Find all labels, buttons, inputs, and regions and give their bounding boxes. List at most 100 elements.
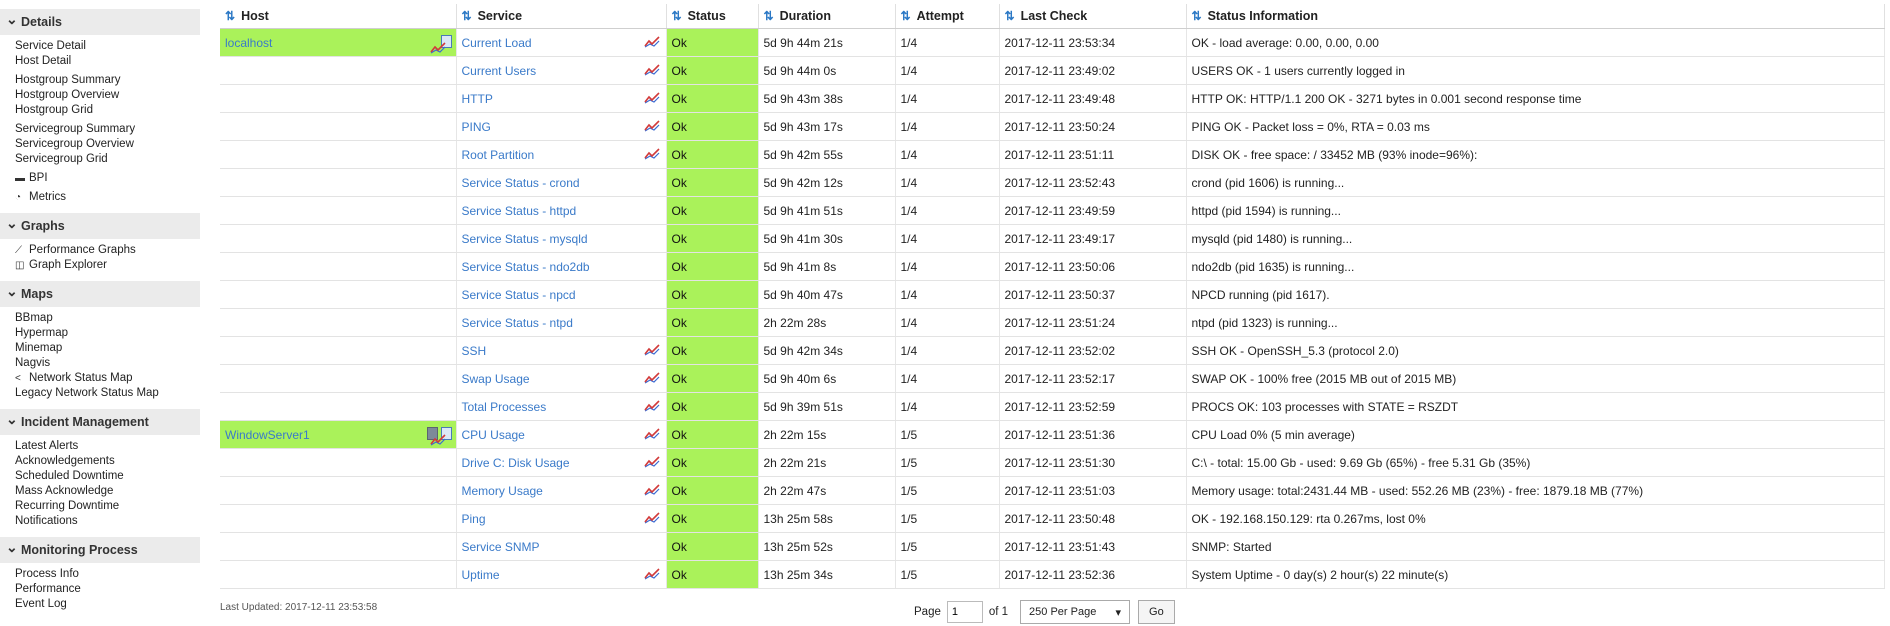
column-header-duration[interactable]: ⇅ Duration <box>758 4 896 29</box>
service-link[interactable]: Service Status - crond <box>462 176 580 190</box>
sidebar-item-scheduled-downtime[interactable]: Scheduled Downtime <box>0 469 200 484</box>
performance-graph-icon[interactable] <box>643 568 660 580</box>
service-cell[interactable]: Service Status - npcd <box>456 280 667 309</box>
service-cell[interactable]: Current Load <box>456 28 667 57</box>
sidebar-item-event-log[interactable]: Event Log <box>0 597 200 612</box>
service-link[interactable]: HTTP <box>462 92 493 106</box>
performance-graph-icon[interactable] <box>643 92 660 104</box>
service-cell[interactable]: Drive C: Disk Usage <box>456 448 667 477</box>
service-cell[interactable]: Root Partition <box>456 140 667 169</box>
sort-arrows-icon[interactable]: ⇅ <box>764 9 774 23</box>
sidebar-item-servicegroup-summary[interactable]: Servicegroup Summary <box>0 122 200 137</box>
sort-arrows-icon[interactable]: ⇅ <box>225 9 235 23</box>
service-link[interactable]: Current Load <box>462 36 532 50</box>
sidebar-section-monitoring-process[interactable]: ⌄ Monitoring Process <box>0 537 200 563</box>
service-cell[interactable]: Service SNMP <box>456 532 667 561</box>
service-link[interactable]: Swap Usage <box>462 372 530 386</box>
service-link[interactable]: Uptime <box>462 568 500 582</box>
performance-graph-icon[interactable] <box>643 344 660 356</box>
performance-graph-icon[interactable] <box>643 372 660 384</box>
host-link[interactable]: localhost <box>225 36 272 50</box>
sidebar-item-recurring-downtime[interactable]: Recurring Downtime <box>0 499 200 514</box>
column-header-last-check[interactable]: ⇅ Last Check <box>999 4 1187 29</box>
service-cell[interactable]: CPU Usage <box>456 420 667 449</box>
service-link[interactable]: PING <box>462 120 491 134</box>
sidebar-item-network-status-map[interactable]: < Network Status Map <box>0 371 200 386</box>
sidebar-item-host-detail[interactable]: Host Detail <box>0 54 200 69</box>
sidebar-item-process-info[interactable]: Process Info <box>0 567 200 582</box>
service-cell[interactable]: Service Status - httpd <box>456 196 667 225</box>
sidebar-item-bpi[interactable]: ▬ BPI <box>0 171 200 186</box>
performance-graph-icon[interactable] <box>429 434 446 446</box>
sidebar-item-hypermap[interactable]: Hypermap <box>0 326 200 341</box>
service-cell[interactable]: Memory Usage <box>456 476 667 505</box>
service-cell[interactable]: SSH <box>456 336 667 365</box>
sidebar-item-service-detail[interactable]: Service Detail <box>0 39 200 54</box>
service-cell[interactable]: Current Users <box>456 56 667 85</box>
sidebar-section-details[interactable]: ⌄ Details <box>0 9 200 35</box>
sort-arrows-icon[interactable]: ⇅ <box>462 9 472 23</box>
service-link[interactable]: SSH <box>462 344 487 358</box>
service-cell[interactable]: Swap Usage <box>456 364 667 393</box>
performance-graph-icon[interactable] <box>643 36 660 48</box>
service-link[interactable]: Ping <box>462 512 486 526</box>
host-cell[interactable]: WindowServer1 <box>220 420 457 449</box>
performance-graph-icon[interactable] <box>643 512 660 524</box>
sidebar-item-metrics[interactable]: ◔ Metrics <box>0 190 200 205</box>
service-link[interactable]: Service Status - ndo2db <box>462 260 590 274</box>
sidebar-item-hostgroup-grid[interactable]: Hostgroup Grid <box>0 103 200 118</box>
service-link[interactable]: Root Partition <box>462 148 535 162</box>
performance-graph-icon[interactable] <box>643 120 660 132</box>
sidebar-item-hostgroup-overview[interactable]: Hostgroup Overview <box>0 88 200 103</box>
service-link[interactable]: Memory Usage <box>462 484 543 498</box>
sidebar-item-legacy-network-status-map[interactable]: Legacy Network Status Map <box>0 386 200 401</box>
performance-graph-icon[interactable] <box>643 148 660 160</box>
sidebar-item-performance-graphs[interactable]: ⟋ Performance Graphs <box>0 243 200 258</box>
sidebar-item-acknowledgements[interactable]: Acknowledgements <box>0 454 200 469</box>
performance-graph-icon[interactable] <box>643 428 660 440</box>
service-link[interactable]: Service Status - npcd <box>462 288 576 302</box>
service-link[interactable]: Total Processes <box>462 400 547 414</box>
service-link[interactable]: Service Status - mysqld <box>462 232 588 246</box>
sort-arrows-icon[interactable]: ⇅ <box>901 9 911 23</box>
go-button[interactable]: Go <box>1138 600 1175 624</box>
column-header-status-information[interactable]: ⇅ Status Information <box>1186 4 1885 29</box>
service-link[interactable]: Drive C: Disk Usage <box>462 456 570 470</box>
column-header-host[interactable]: ⇅ Host <box>220 4 457 29</box>
service-cell[interactable]: Total Processes <box>456 392 667 421</box>
service-cell[interactable]: PING <box>456 112 667 141</box>
performance-graph-icon[interactable] <box>643 400 660 412</box>
sidebar-section-incident-management[interactable]: ⌄ Incident Management <box>0 409 200 435</box>
sidebar-item-mass-acknowledge[interactable]: Mass Acknowledge <box>0 484 200 499</box>
service-link[interactable]: Service SNMP <box>462 540 540 554</box>
service-cell[interactable]: Service Status - crond <box>456 168 667 197</box>
page-number-input[interactable] <box>946 601 983 623</box>
service-link[interactable]: Service Status - ntpd <box>462 316 573 330</box>
service-link[interactable]: CPU Usage <box>462 428 525 442</box>
service-cell[interactable]: Service Status - ntpd <box>456 308 667 337</box>
sidebar-item-latest-alerts[interactable]: Latest Alerts <box>0 439 200 454</box>
column-header-attempt[interactable]: ⇅ Attempt <box>895 4 1000 29</box>
service-cell[interactable]: Service Status - mysqld <box>456 224 667 253</box>
per-page-select[interactable]: 250 Per Page ▾ <box>1020 600 1131 624</box>
performance-graph-icon[interactable] <box>643 456 660 468</box>
sidebar-item-servicegroup-grid[interactable]: Servicegroup Grid <box>0 152 200 167</box>
host-cell[interactable]: localhost <box>220 28 457 57</box>
host-link[interactable]: WindowServer1 <box>225 428 310 442</box>
sidebar-item-hostgroup-summary[interactable]: Hostgroup Summary <box>0 73 200 88</box>
service-link[interactable]: Service Status - httpd <box>462 204 577 218</box>
sidebar-item-graph-explorer[interactable]: ◫ Graph Explorer <box>0 258 200 273</box>
sidebar-item-minemap[interactable]: Minemap <box>0 341 200 356</box>
sidebar-item-performance[interactable]: Performance <box>0 582 200 597</box>
column-header-status[interactable]: ⇅ Status <box>666 4 759 29</box>
sidebar-item-notifications[interactable]: Notifications <box>0 514 200 529</box>
service-cell[interactable]: HTTP <box>456 84 667 113</box>
service-cell[interactable]: Uptime <box>456 560 667 589</box>
sidebar-item-nagvis[interactable]: Nagvis <box>0 356 200 371</box>
sidebar-item-servicegroup-overview[interactable]: Servicegroup Overview <box>0 137 200 152</box>
performance-graph-icon[interactable] <box>643 64 660 76</box>
service-cell[interactable]: Ping <box>456 504 667 533</box>
service-cell[interactable]: Service Status - ndo2db <box>456 252 667 281</box>
sort-arrows-icon[interactable]: ⇅ <box>672 9 682 23</box>
sidebar-section-maps[interactable]: ⌄ Maps <box>0 281 200 307</box>
